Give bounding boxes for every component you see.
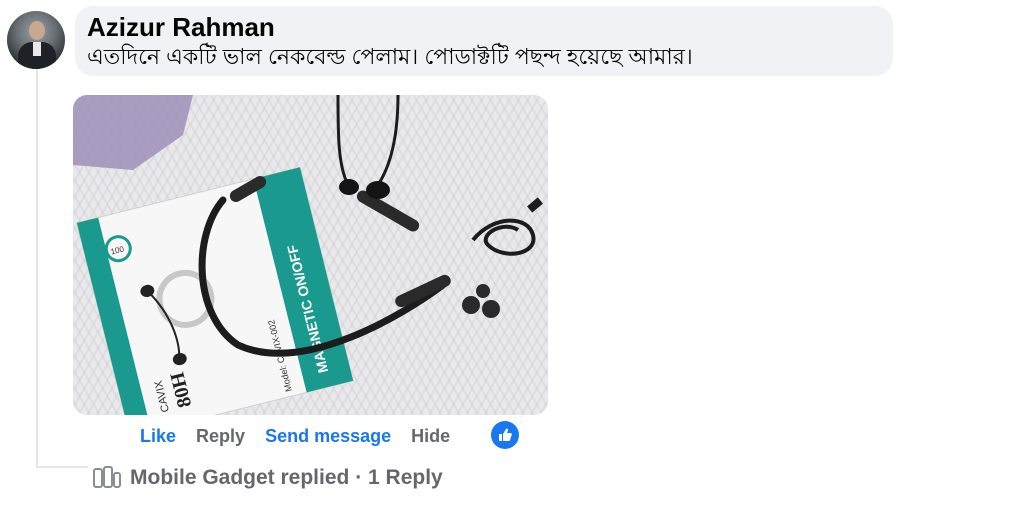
avatar[interactable] [7, 11, 65, 69]
thread-line [36, 68, 38, 468]
comment-actions: Like Reply Send message Hide [140, 424, 470, 448]
photo-illustration: MAGNETIC ON/OFF 80H CAVIX Model: CAVIX-0… [73, 95, 543, 415]
comment-text: এতদিনে একটি ভাল নেকবেল্ড পেলাম। পোডাক্টট… [87, 44, 693, 69]
comment-photo[interactable]: MAGNETIC ON/OFF 80H CAVIX Model: CAVIX-0… [73, 95, 548, 415]
comment-bubble: Azizur Rahman এতদিনে একটি ভাল নেকবেল্ড প… [75, 6, 893, 76]
like-reaction-icon[interactable] [491, 421, 519, 449]
send-message-button[interactable]: Send message [265, 426, 391, 447]
reply-avatar-icon [92, 465, 122, 491]
like-button[interactable]: Like [140, 426, 176, 447]
reply-button[interactable]: Reply [196, 426, 245, 447]
thread-line-branch [36, 466, 88, 468]
reply-summary-text[interactable]: Mobile Gadget replied · 1 Reply [130, 466, 443, 490]
hide-button[interactable]: Hide [411, 426, 450, 447]
comment-author[interactable]: Azizur Rahman [87, 12, 275, 43]
reply-summary[interactable]: Mobile Gadget replied · 1 Reply [92, 464, 443, 492]
